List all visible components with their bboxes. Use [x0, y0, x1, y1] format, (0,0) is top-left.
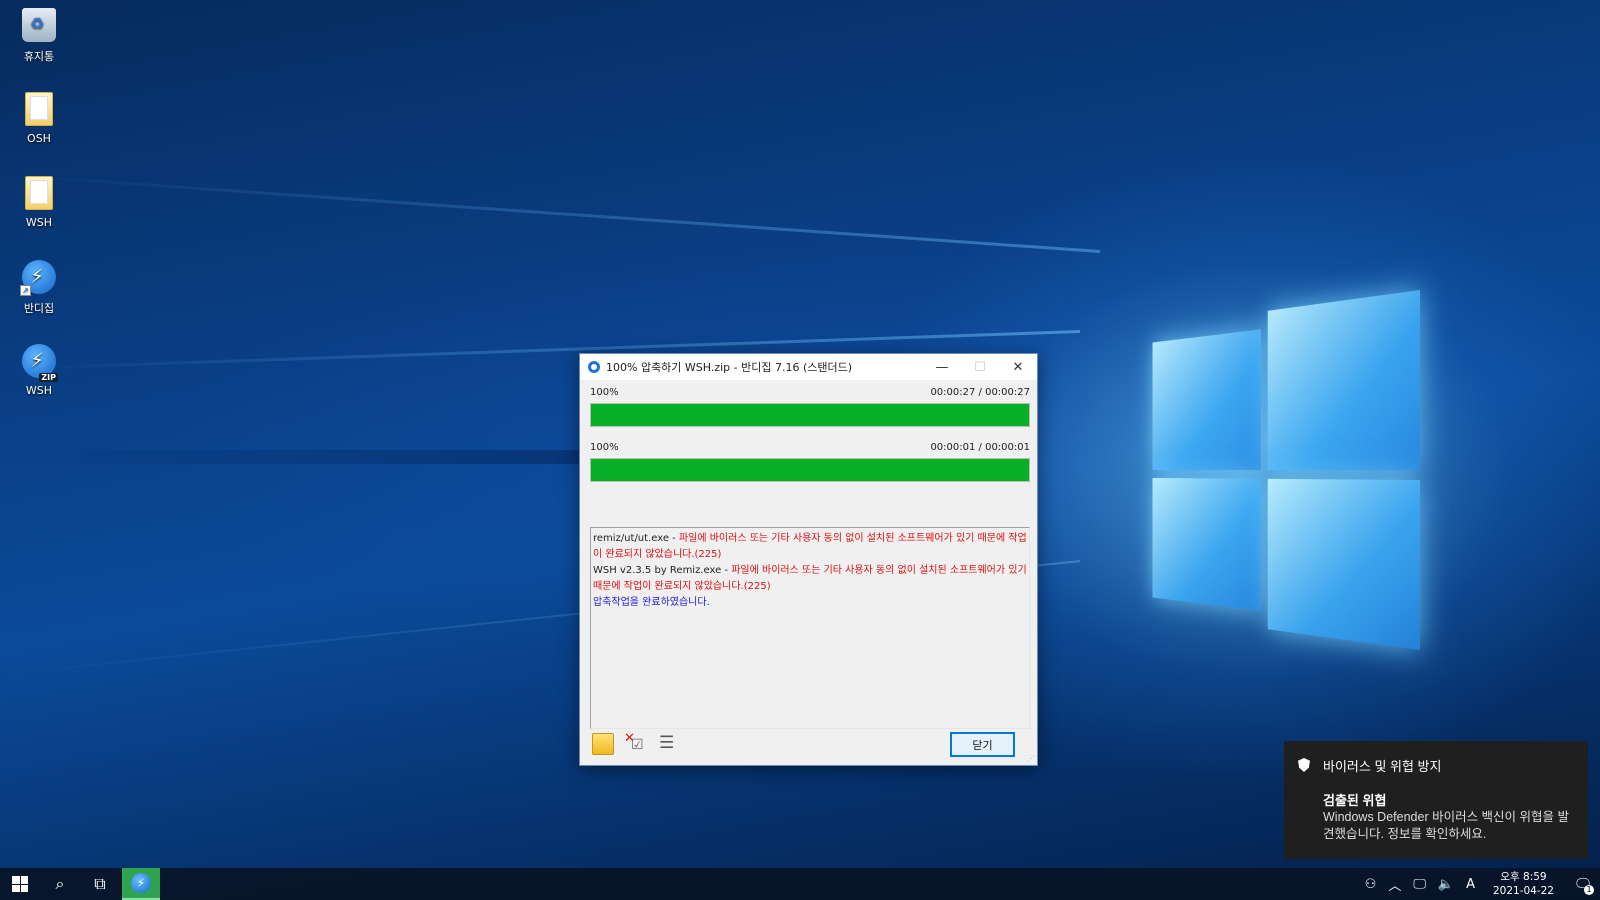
- desktop-icon-wsh-zip[interactable]: ZIP WSH: [8, 344, 70, 397]
- log-done-message: 압축작업을 완료하였습니다.: [593, 597, 710, 608]
- toast-body: Windows Defender 바이러스 백신이 위협을 발견했습니다. 정보…: [1323, 810, 1569, 841]
- close-button[interactable]: 닫기: [950, 732, 1015, 757]
- progress-time: 00:00:27 / 00:00:27: [930, 387, 1030, 398]
- progress-bar-total: [590, 403, 1030, 427]
- windows-start-icon: [12, 876, 28, 892]
- progress-percent: 100%: [590, 387, 619, 398]
- log-file-name: WSH v2.3.5 by Remiz.exe -: [593, 565, 732, 576]
- bandizip-icon: ⚡: [131, 873, 151, 893]
- desktop-icon-label: WSH: [25, 216, 53, 229]
- progress-info-file: 100% 00:00:01 / 00:00:01: [590, 442, 1030, 453]
- dialog-footer-tools: [592, 731, 678, 755]
- progress-info-total: 100% 00:00:27 / 00:00:27: [590, 387, 1030, 398]
- dialog-title: 100% 압축하기 WSH.zip - 반디집 7.16 (스탠더드): [606, 361, 853, 374]
- progress-time: 00:00:01 / 00:00:01: [930, 442, 1030, 453]
- result-log[interactable]: remiz/ut/ut.exe - 파일에 바이러스 또는 기타 사용자 동의 …: [590, 527, 1030, 729]
- maximize-button: ☐: [974, 359, 986, 375]
- open-folder-icon[interactable]: [592, 733, 614, 755]
- windows-wallpaper-logo: [1152, 290, 1420, 650]
- progress-fill: [591, 459, 1029, 481]
- search-button[interactable]: ⌕: [40, 868, 80, 900]
- toast-heading: 검출된 위협: [1323, 793, 1387, 808]
- desktop-icon-recycle-bin[interactable]: 휴지통: [8, 8, 70, 64]
- log-entry: WSH v2.3.5 by Remiz.exe - 파일에 바이러스 또는 기타…: [593, 563, 1027, 595]
- zip-badge: ZIP: [39, 373, 58, 382]
- defender-toast-notification[interactable]: 바이러스 및 위협 방지 검출된 위협 Windows Defender 바이러…: [1284, 741, 1588, 859]
- chevron-up-icon[interactable]: ︿: [1382, 875, 1407, 894]
- desktop-icon-label: WSH: [25, 384, 53, 397]
- bandizip-app-icon: [588, 361, 600, 373]
- progress-percent: 100%: [590, 442, 619, 453]
- desktop-icon-label: 휴지통: [23, 50, 55, 63]
- bandizip-zip-icon: ZIP: [22, 344, 58, 382]
- people-icon[interactable]: ⚇: [1359, 877, 1383, 892]
- clock-date: 2021-04-22: [1492, 885, 1554, 897]
- shortcut-arrow-icon: ↗: [20, 285, 31, 296]
- bandizip-progress-dialog: 100% 압축하기 WSH.zip - 반디집 7.16 (스탠더드) — ☐ …: [579, 353, 1038, 766]
- start-button[interactable]: [0, 868, 40, 900]
- folder-icon: [25, 92, 53, 126]
- desktop-icon-label: 반디집: [23, 302, 55, 315]
- minimize-button[interactable]: —: [923, 354, 961, 380]
- volume-icon[interactable]: 🔈: [1432, 877, 1460, 892]
- dialog-titlebar[interactable]: 100% 압축하기 WSH.zip - 반디집 7.16 (스탠더드) — ☐ …: [580, 354, 1037, 380]
- system-tray: ⚇ ︿ 🖵 🔈 A 오후 8:59 2021-04-22 🗨 1: [1359, 868, 1600, 900]
- notification-count: 1: [1584, 885, 1594, 895]
- taskbar: ⌕ ⧉ ⚡ ⚇ ︿ 🖵 🔈 A 오후 8:59 2021-04-22 🗨 1: [0, 868, 1600, 900]
- resize-grip-icon[interactable]: ⋰: [1027, 754, 1035, 763]
- clock[interactable]: 오후 8:59 2021-04-22: [1481, 870, 1566, 898]
- task-view-button[interactable]: ⧉: [80, 868, 120, 900]
- desktop-icon-osh-folder[interactable]: OSH: [8, 92, 70, 145]
- taskbar-app-bandizip[interactable]: ⚡: [122, 868, 160, 900]
- progress-bar-file: [590, 458, 1030, 482]
- desktop-icon-bandizip[interactable]: ↗ 반디집: [8, 260, 70, 316]
- clock-time: 오후 8:59: [1500, 871, 1547, 883]
- folder-icon: [25, 176, 53, 210]
- progress-fill: [591, 404, 1029, 426]
- shield-icon: [1298, 758, 1310, 772]
- close-window-button[interactable]: ✕: [999, 354, 1037, 380]
- network-icon[interactable]: 🖵: [1407, 877, 1432, 892]
- wallpaper-beam: [2, 173, 1101, 253]
- test-archive-icon[interactable]: [624, 731, 646, 755]
- log-file-name: remiz/ut/ut.exe -: [593, 533, 679, 544]
- action-center-button[interactable]: 🗨 1: [1566, 868, 1600, 900]
- search-icon: ⌕: [55, 874, 65, 893]
- log-entry: remiz/ut/ut.exe - 파일에 바이러스 또는 기타 사용자 동의 …: [593, 531, 1027, 563]
- desktop-icon-label: OSH: [27, 132, 51, 145]
- desktop-icon-wsh-folder[interactable]: WSH: [8, 176, 70, 229]
- toast-app-name: 바이러스 및 위협 방지: [1323, 759, 1442, 774]
- menu-icon[interactable]: [656, 733, 678, 755]
- task-view-icon: ⧉: [94, 874, 106, 893]
- bandizip-icon: ↗: [20, 260, 56, 296]
- recycle-bin-icon: [22, 8, 56, 42]
- ime-indicator[interactable]: A: [1460, 877, 1481, 892]
